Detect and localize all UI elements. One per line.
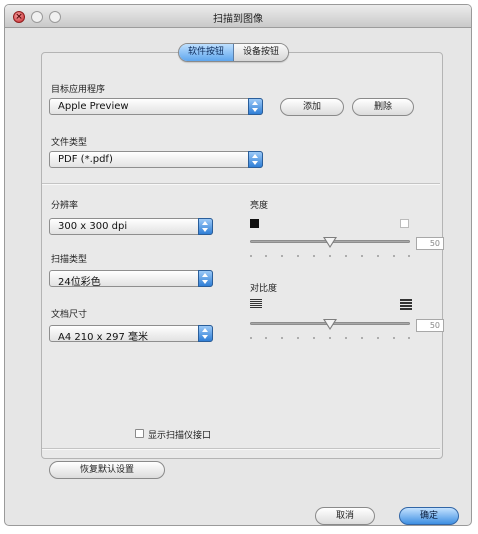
tab-software-button[interactable]: 软件按钮 bbox=[179, 44, 235, 61]
show-interface-label: 显示扫描仪接口 bbox=[148, 431, 212, 441]
select-arrows-icon bbox=[248, 98, 263, 115]
section-divider bbox=[42, 448, 440, 450]
window-title: 扫描到图像 bbox=[213, 14, 263, 25]
title-bar: × 扫描到图像 bbox=[5, 5, 471, 28]
brightness-value-field[interactable]: 50 bbox=[416, 237, 444, 250]
scan-type-value: 24位彩色 bbox=[58, 277, 101, 288]
brightness-slider-thumb[interactable] bbox=[323, 237, 337, 248]
section-divider bbox=[42, 183, 440, 185]
contrast-low-icon bbox=[250, 299, 262, 310]
tab-device-button[interactable]: 设备按钮 bbox=[234, 44, 289, 61]
tab-bar: 软件按钮 设备按钮 bbox=[178, 43, 290, 62]
target-app-value: Apple Preview bbox=[58, 101, 129, 112]
add-button[interactable]: 添加 bbox=[280, 98, 344, 116]
contrast-label: 对比度 bbox=[250, 284, 278, 294]
contrast-value-field[interactable]: 50 bbox=[416, 319, 444, 332]
resolution-label: 分辨率 bbox=[51, 201, 79, 211]
select-arrows-icon bbox=[198, 325, 213, 342]
select-arrows-icon bbox=[198, 218, 213, 235]
brightness-light-icon bbox=[400, 219, 409, 228]
ok-button[interactable]: 确定 bbox=[399, 507, 459, 525]
scan-type-label: 扫描类型 bbox=[51, 255, 88, 265]
cancel-button[interactable]: 取消 bbox=[315, 507, 375, 525]
file-type-label: 文件类型 bbox=[51, 138, 88, 148]
contrast-slider-thumb[interactable] bbox=[323, 319, 337, 330]
restore-defaults-button[interactable]: 恢复默认设置 bbox=[49, 461, 165, 479]
document-size-value: A4 210 x 297 毫米 bbox=[58, 332, 149, 343]
brightness-label: 亮度 bbox=[250, 201, 269, 211]
target-app-select[interactable]: Apple Preview bbox=[49, 98, 263, 115]
file-type-value: PDF (*.pdf) bbox=[58, 154, 113, 165]
select-arrows-icon bbox=[248, 151, 263, 168]
document-size-select[interactable]: A4 210 x 297 毫米 bbox=[49, 325, 213, 343]
brightness-dark-icon bbox=[250, 219, 259, 228]
show-interface-checkbox[interactable] bbox=[135, 429, 144, 438]
resolution-value: 300 x 300 dpi bbox=[58, 221, 128, 232]
file-type-select[interactable]: PDF (*.pdf) bbox=[49, 151, 263, 168]
document-size-label: 文档尺寸 bbox=[51, 310, 88, 320]
delete-button[interactable]: 删除 bbox=[352, 98, 414, 116]
contrast-slider-ticks bbox=[250, 337, 410, 340]
target-app-label: 目标应用程序 bbox=[51, 85, 106, 95]
contrast-high-icon bbox=[400, 299, 412, 310]
scan-type-select[interactable]: 24位彩色 bbox=[49, 270, 213, 288]
brightness-slider-ticks bbox=[250, 255, 410, 258]
select-arrows-icon bbox=[198, 270, 213, 287]
resolution-select[interactable]: 300 x 300 dpi bbox=[49, 218, 213, 235]
dialog-window: × 扫描到图像 软件按钮 设备按钮 目标应用程序 Apple Preview 添… bbox=[4, 4, 472, 526]
